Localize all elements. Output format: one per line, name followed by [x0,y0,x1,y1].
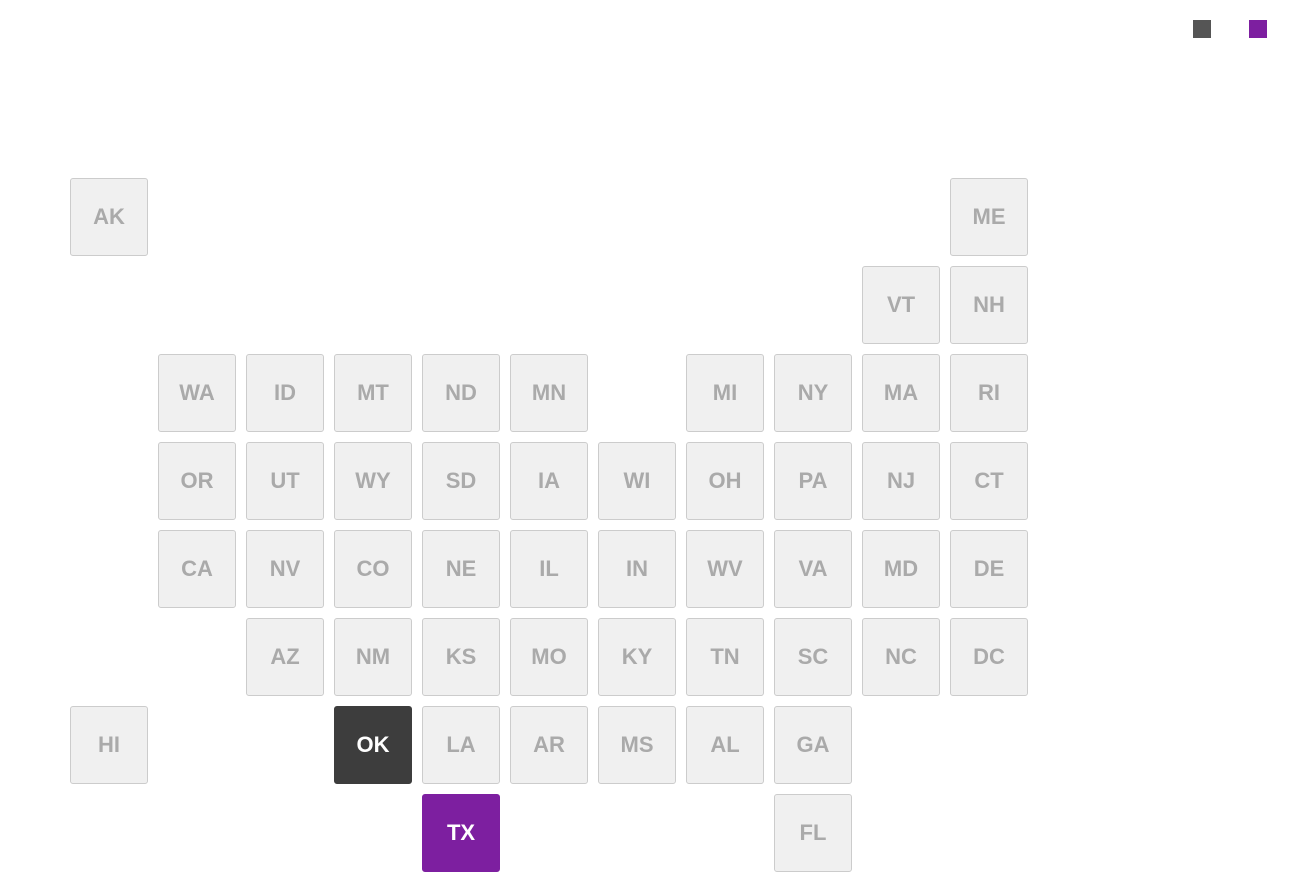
state-ct[interactable]: CT [950,442,1028,520]
state-ma[interactable]: MA [862,354,940,432]
state-ms[interactable]: MS [598,706,676,784]
state-il[interactable]: IL [510,530,588,608]
state-wa[interactable]: WA [158,354,236,432]
state-mo[interactable]: MO [510,618,588,696]
state-ut[interactable]: UT [246,442,324,520]
state-fl[interactable]: FL [774,794,852,872]
state-de[interactable]: DE [950,530,1028,608]
state-la[interactable]: LA [422,706,500,784]
state-id[interactable]: ID [246,354,324,432]
state-vt[interactable]: VT [862,266,940,344]
state-ak[interactable]: AK [70,178,148,256]
state-ri[interactable]: RI [950,354,1028,432]
state-va[interactable]: VA [774,530,852,608]
state-wi[interactable]: WI [598,442,676,520]
state-oh[interactable]: OH [686,442,764,520]
page-container: AK MEVTNH WAIDMTNDMN MINYMARI ORUTWYSDIAWIOH… [0,0,1305,870]
legend-total-ban [1193,20,1219,38]
legend [1193,20,1275,38]
state-nv[interactable]: NV [246,530,324,608]
state-nh[interactable]: NH [950,266,1028,344]
state-co[interactable]: CO [334,530,412,608]
state-sd[interactable]: SD [422,442,500,520]
state-in[interactable]: IN [598,530,676,608]
state-mn[interactable]: MN [510,354,588,432]
state-mt[interactable]: MT [334,354,412,432]
state-nd[interactable]: ND [422,354,500,432]
state-ok[interactable]: OK [334,706,412,784]
state-sc[interactable]: SC [774,618,852,696]
state-hi[interactable]: HI [70,706,148,784]
state-ny[interactable]: NY [774,354,852,432]
state-wv[interactable]: WV [686,530,764,608]
state-dc[interactable]: DC [950,618,1028,696]
state-ia[interactable]: IA [510,442,588,520]
state-ne[interactable]: NE [422,530,500,608]
state-ky[interactable]: KY [598,618,676,696]
header [30,20,1275,38]
state-md[interactable]: MD [862,530,940,608]
state-tx[interactable]: TX [422,794,500,872]
state-pa[interactable]: PA [774,442,852,520]
state-or[interactable]: OR [158,442,236,520]
map-area: AK MEVTNH WAIDMTNDMN MINYMARI ORUTWYSDIAWIOH… [30,58,1275,838]
state-mi[interactable]: MI [686,354,764,432]
state-nj[interactable]: NJ [862,442,940,520]
state-me[interactable]: ME [950,178,1028,256]
legend-week-ban [1249,20,1275,38]
state-nc[interactable]: NC [862,618,940,696]
state-al[interactable]: AL [686,706,764,784]
state-ar[interactable]: AR [510,706,588,784]
state-ks[interactable]: KS [422,618,500,696]
state-ca[interactable]: CA [158,530,236,608]
state-tn[interactable]: TN [686,618,764,696]
state-ga[interactable]: GA [774,706,852,784]
legend-week-ban-icon [1249,20,1267,38]
state-wy[interactable]: WY [334,442,412,520]
state-nm[interactable]: NM [334,618,412,696]
legend-total-ban-icon [1193,20,1211,38]
state-az[interactable]: AZ [246,618,324,696]
